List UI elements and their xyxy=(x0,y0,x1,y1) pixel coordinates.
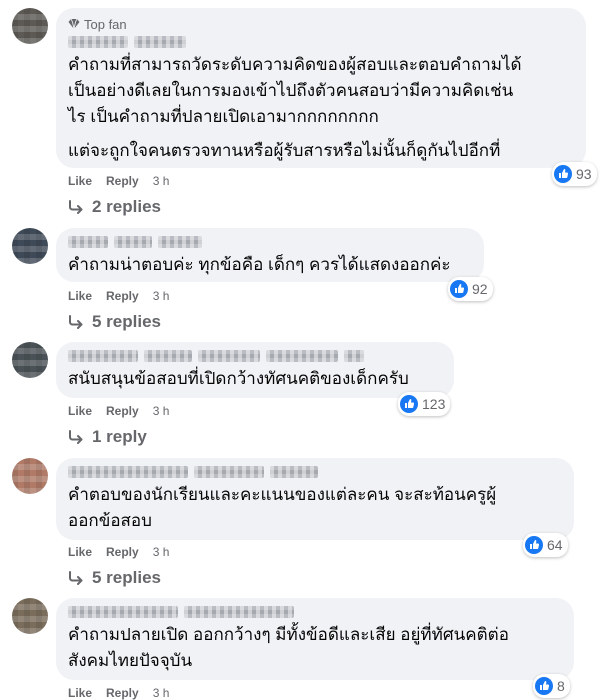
like-button[interactable]: Like xyxy=(68,686,92,700)
reply-arrow-icon xyxy=(69,200,83,214)
author-name[interactable] xyxy=(68,236,472,250)
reply-arrow-icon xyxy=(69,571,83,585)
author-name[interactable] xyxy=(68,606,562,620)
diamond-icon xyxy=(68,18,80,30)
comment-text: คำถามที่สามารถวัดระดับความคิดของผู้สอบแล… xyxy=(68,55,522,126)
reaction-count[interactable]: 92 xyxy=(448,277,493,301)
view-replies-link[interactable]: 5 replies xyxy=(68,568,161,588)
reaction-number: 92 xyxy=(472,281,488,297)
reaction-number: 8 xyxy=(557,678,565,694)
like-button[interactable]: Like xyxy=(68,404,92,418)
reaction-count[interactable]: 64 xyxy=(523,533,568,557)
reaction-count[interactable]: 123 xyxy=(398,392,451,416)
avatar[interactable] xyxy=(12,8,48,44)
top-fan-badge: Top fan xyxy=(68,16,574,32)
like-button[interactable]: Like xyxy=(68,289,92,303)
comment-bubble: Top fan คำถามที่สามารถวัดระดับความคิดของ… xyxy=(56,8,586,168)
like-button[interactable]: Like xyxy=(68,174,92,188)
comment-bubble: คำตอบของนักเรียนและคะแนนของแต่ละคน จะสะท… xyxy=(56,458,574,540)
timestamp[interactable]: 3 h xyxy=(153,289,170,303)
replies-label: 5 replies xyxy=(92,568,161,587)
like-icon xyxy=(450,280,468,298)
comment-actions: Like Reply 3 h xyxy=(68,545,169,559)
replies-label: 5 replies xyxy=(92,312,161,331)
reply-button[interactable]: Reply xyxy=(106,289,139,303)
reaction-number: 123 xyxy=(422,396,446,412)
timestamp[interactable]: 3 h xyxy=(153,174,170,188)
comment-actions: Like Reply 3 h xyxy=(68,404,169,418)
reply-button[interactable]: Reply xyxy=(106,174,139,188)
comment-actions: Like Reply 3 h xyxy=(68,174,169,188)
replies-label: 1 reply xyxy=(92,427,147,446)
badge-label: Top fan xyxy=(84,16,127,32)
comment-actions: Like Reply 3 h xyxy=(68,289,169,303)
reply-button[interactable]: Reply xyxy=(106,545,139,559)
comment-bubble: คำถามน่าตอบค่ะ ทุกข้อคือ เด็กๆ ควรได้แสด… xyxy=(56,228,484,282)
reaction-count[interactable]: 8 xyxy=(533,674,570,698)
reaction-number: 64 xyxy=(547,537,563,553)
author-name[interactable] xyxy=(68,466,562,480)
avatar[interactable] xyxy=(12,228,48,264)
author-name[interactable] xyxy=(68,36,574,50)
comment-bubble: สนับสนุนข้อสอบที่เปิดกว้างทัศนคติของเด็ก… xyxy=(56,342,454,398)
like-icon xyxy=(554,165,572,183)
like-icon xyxy=(535,677,553,695)
reaction-number: 93 xyxy=(576,166,592,182)
reply-button[interactable]: Reply xyxy=(106,686,139,700)
comment-text: คำถามน่าตอบค่ะ ทุกข้อคือ เด็กๆ ควรได้แสด… xyxy=(68,255,451,274)
avatar[interactable] xyxy=(12,458,48,494)
comment-text-paragraph-2: แต่จะถูกใจคนตรวจทานหรือผู้รับสารหรือไม่น… xyxy=(68,141,501,160)
comment-actions: Like Reply 3 h xyxy=(68,686,169,700)
reaction-count[interactable]: 93 xyxy=(552,162,597,186)
view-replies-link[interactable]: 5 replies xyxy=(68,312,161,332)
timestamp[interactable]: 3 h xyxy=(153,404,170,418)
comment-text: คำถามปลายเปิด ออกกว้างๆ มีทั้งข้อดีและเส… xyxy=(68,625,509,670)
reply-arrow-icon xyxy=(69,315,83,329)
reply-arrow-icon xyxy=(69,430,83,444)
timestamp[interactable]: 3 h xyxy=(153,686,170,700)
view-replies-link[interactable]: 2 replies xyxy=(68,197,161,217)
avatar[interactable] xyxy=(12,598,48,634)
replies-label: 2 replies xyxy=(92,197,161,216)
like-icon xyxy=(400,395,418,413)
comment-bubble: คำถามปลายเปิด ออกกว้างๆ มีทั้งข้อดีและเส… xyxy=(56,598,574,680)
author-name[interactable] xyxy=(68,350,442,364)
reply-button[interactable]: Reply xyxy=(106,404,139,418)
avatar[interactable] xyxy=(12,342,48,378)
comment-text: สนับสนุนข้อสอบที่เปิดกว้างทัศนคติของเด็ก… xyxy=(68,369,409,388)
view-replies-link[interactable]: 1 reply xyxy=(68,427,147,447)
timestamp[interactable]: 3 h xyxy=(153,545,170,559)
like-button[interactable]: Like xyxy=(68,545,92,559)
like-icon xyxy=(525,536,543,554)
comment-text: คำตอบของนักเรียนและคะแนนของแต่ละคน จะสะท… xyxy=(68,485,497,530)
